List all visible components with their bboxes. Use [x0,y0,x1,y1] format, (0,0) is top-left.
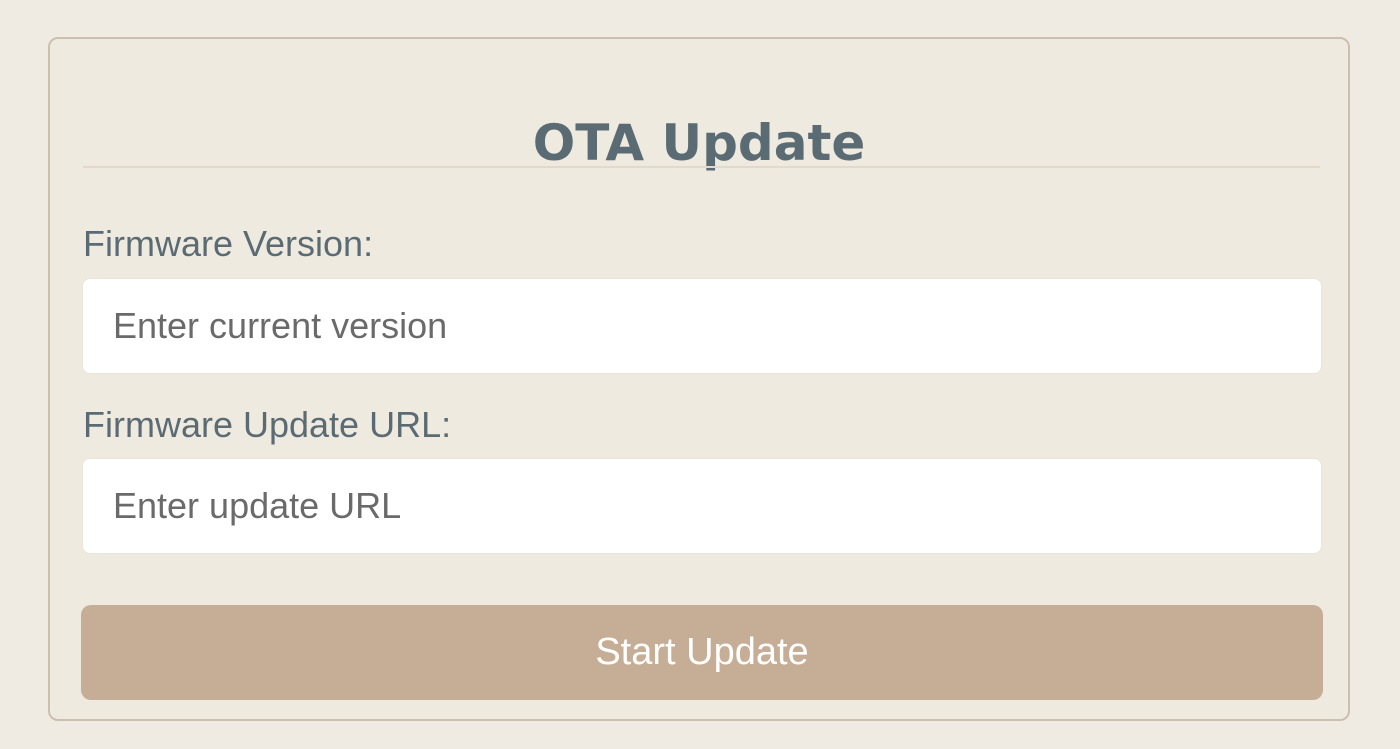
firmware-version-input[interactable] [82,278,1322,374]
ota-update-card: OTA Update Firmware Version: Firmware Up… [48,37,1350,721]
firmware-version-label: Firmware Version: [83,223,374,264]
page-title: OTA Update [532,114,866,172]
title-divider [83,166,1320,168]
start-update-button[interactable]: Start Update [81,605,1323,700]
firmware-update-url-input[interactable] [82,458,1322,554]
firmware-update-url-label: Firmware Update URL: [83,404,452,445]
